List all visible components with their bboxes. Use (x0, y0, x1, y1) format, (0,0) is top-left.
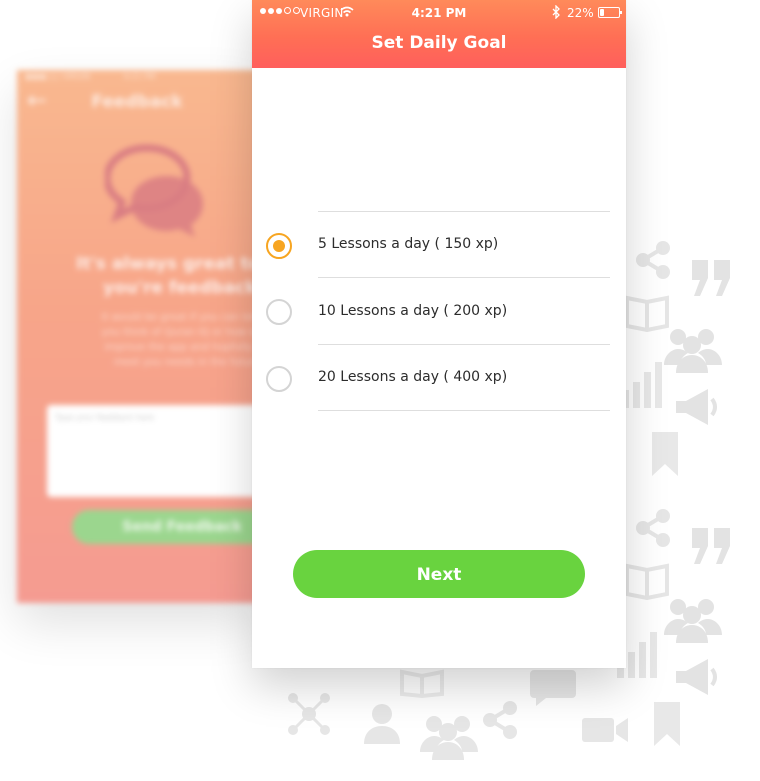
share-icon (483, 701, 517, 739)
group-icon (420, 716, 478, 760)
app-showcase: ●●●○○ VIRGIN 4:21 PM ← Feedback It's alw… (0, 0, 760, 781)
share-icon (636, 241, 670, 279)
radio-selected-icon[interactable] (266, 233, 292, 259)
book-icon (625, 563, 669, 600)
goal-option-label: 5 Lessons a day ( 150 xp) (318, 236, 499, 252)
feedback-textarea: Type your feedback here (47, 405, 257, 497)
next-button[interactable]: Next (293, 550, 585, 598)
molecule-icon (288, 693, 330, 735)
person-icon (364, 704, 400, 744)
quote-icon (692, 260, 730, 296)
goal-option-5-lessons[interactable]: 5 Lessons a day ( 150 xp) (252, 211, 626, 277)
bookmark-icon (652, 432, 678, 476)
goal-option-label: 10 Lessons a day ( 200 xp) (318, 303, 508, 319)
header-bar: VIRGIN 4:21 PM 22% Set Daily Goal (252, 0, 626, 68)
book-icon (400, 669, 444, 698)
megaphone-icon (676, 389, 717, 425)
send-feedback-button: Send Feedback (72, 510, 257, 544)
radio-unselected-icon[interactable] (266, 366, 292, 392)
set-daily-goal-screen: VIRGIN 4:21 PM 22% Set Daily Goal 5 Less… (252, 0, 626, 668)
goal-option-20-lessons[interactable]: 20 Lessons a day ( 400 xp) (252, 345, 626, 411)
video-icon (582, 718, 628, 742)
share-icon (636, 509, 670, 547)
feedback-placeholder: Type your feedback here (55, 413, 154, 422)
chat-bubbles-icon (105, 144, 203, 237)
quote-icon (692, 528, 730, 564)
group-icon (664, 599, 722, 643)
goal-option-10-lessons[interactable]: 10 Lessons a day ( 200 xp) (252, 278, 626, 344)
status-bar: VIRGIN 4:21 PM 22% (252, 0, 626, 26)
background-title: Feedback (91, 92, 183, 112)
battery-icon (598, 7, 622, 18)
goal-option-label: 20 Lessons a day ( 400 xp) (318, 369, 508, 385)
background-heading: It's always great to he you're feedback. (76, 254, 257, 298)
bluetooth-icon (552, 5, 560, 19)
radio-unselected-icon[interactable] (266, 299, 292, 325)
divider (318, 410, 610, 411)
background-feedback-screen: ●●●○○ VIRGIN 4:21 PM ← Feedback It's alw… (17, 70, 257, 603)
bookmark-icon (654, 702, 680, 746)
bar-chart-icon (622, 362, 662, 408)
megaphone-icon (676, 659, 717, 695)
page-title: Set Daily Goal (371, 33, 507, 53)
group-icon (664, 329, 722, 373)
background-body-text: It would be great if you can tell us you… (101, 312, 257, 368)
chat-bubble-icon (530, 670, 576, 706)
background-status-bar: ●●●○○ VIRGIN 4:21 PM (25, 72, 156, 81)
battery-percent: 22% (567, 6, 594, 20)
